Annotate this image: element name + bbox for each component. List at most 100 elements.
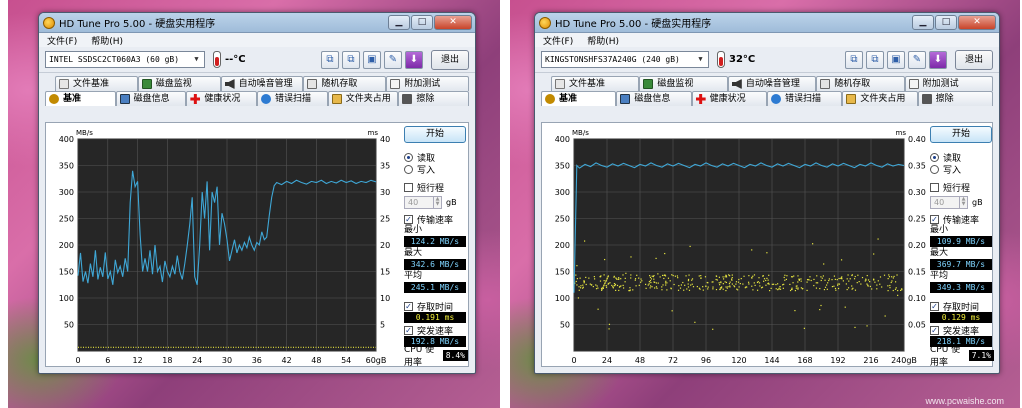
tab-folder-usage[interactable]: 文件夹占用 <box>327 91 399 106</box>
spinner-arrows-icon[interactable]: ▲ ▼ <box>433 197 441 208</box>
radio-selected[interactable] <box>404 152 413 162</box>
access-time-point <box>662 274 664 277</box>
tab-aam[interactable]: 自动噪音管理 <box>220 76 304 91</box>
read-radio[interactable]: 读取 <box>404 151 468 164</box>
start-button[interactable]: 开始 <box>930 126 992 143</box>
write-radio[interactable]: 写入 <box>404 163 468 176</box>
short-stroke-spinner[interactable]: 40 ▲ ▼ gB <box>930 195 994 210</box>
checkbox-unchecked[interactable] <box>404 182 413 192</box>
tab-random-access[interactable]: 随机存取 <box>303 76 387 91</box>
tab-aam[interactable]: 自动噪音管理 <box>727 76 817 91</box>
access-time-point <box>758 282 761 284</box>
access-time-checkbox[interactable]: ✓ 存取时间 <box>930 300 994 313</box>
tab-extra-tests[interactable]: 附加测试 <box>904 76 994 91</box>
check-icon[interactable]: ✓ <box>930 325 939 335</box>
minimize-button[interactable]: ▁ <box>388 15 410 30</box>
access-time-point <box>670 287 672 289</box>
access-time-point <box>825 284 828 286</box>
start-button[interactable]: 开始 <box>404 126 466 143</box>
access-time-point <box>630 274 632 276</box>
tab-disk-info[interactable]: 磁盘信息 <box>115 91 187 106</box>
save-icon[interactable]: ▣ <box>363 50 381 69</box>
check-icon[interactable]: ✓ <box>404 301 413 311</box>
check-icon[interactable]: ✓ <box>930 214 939 224</box>
menu-file[interactable]: 文件(F) <box>543 34 573 47</box>
tab-benchmark[interactable]: 基准 <box>541 91 617 106</box>
tab-disk-monitor[interactable]: 磁盘监视 <box>137 76 221 91</box>
menu-file[interactable]: 文件(F) <box>47 34 77 47</box>
close-button[interactable]: ✕ <box>958 15 996 30</box>
title-bar[interactable]: HD Tune Pro 5.00 - 硬盘实用程序 ▁ □ ✕ <box>535 13 999 33</box>
options-icon[interactable]: ✎ <box>384 50 402 69</box>
close-button[interactable]: ✕ <box>434 15 472 30</box>
transfer-rate-label: 传输速率 <box>943 215 980 226</box>
read-radio[interactable]: 读取 <box>930 151 994 164</box>
tab-erase[interactable]: 擦除 <box>917 91 993 106</box>
tab-disk-monitor[interactable]: 磁盘监视 <box>639 76 728 91</box>
access-time-point <box>847 274 849 276</box>
save-icon[interactable]: ▣ <box>887 50 905 69</box>
access-time-point <box>901 289 903 291</box>
tab-health[interactable]: 健康状况 <box>691 91 767 106</box>
access-time-point <box>831 285 834 288</box>
y-right-unit: ms <box>896 129 907 137</box>
tab-error-scan[interactable]: 错误扫描 <box>257 91 328 106</box>
checkbox-unchecked[interactable] <box>930 182 939 192</box>
tab-health[interactable]: 健康状况 <box>186 91 258 106</box>
access-time-checkbox[interactable]: ✓ 存取时间 <box>404 300 468 313</box>
check-icon[interactable]: ✓ <box>404 214 413 224</box>
chevron-down-icon[interactable]: ▼ <box>190 53 203 66</box>
menu-help[interactable]: 帮助(H) <box>587 34 619 47</box>
spinner-arrows-icon[interactable]: ▲ ▼ <box>959 197 967 208</box>
tab-error-scan[interactable]: 错误扫描 <box>766 91 843 106</box>
radio-selected[interactable] <box>930 152 939 162</box>
maximize-button[interactable]: □ <box>935 15 957 30</box>
drive-select[interactable]: INTEL SSDSC2CT060A3 (60 gB) ▼ <box>45 51 205 68</box>
access-time-point <box>634 279 636 281</box>
options-icon[interactable]: ✎ <box>908 50 926 69</box>
write-radio[interactable]: 写入 <box>930 163 994 176</box>
tab-erase[interactable]: 擦除 <box>398 91 470 106</box>
download-icon[interactable]: ⬇ <box>929 50 947 69</box>
tab-disk-info[interactable]: 磁盘信息 <box>616 91 692 106</box>
exit-button[interactable]: 退出 <box>431 49 469 70</box>
x-tick: 24 <box>602 356 612 365</box>
tab-benchmark[interactable]: 基准 <box>45 91 116 106</box>
download-icon[interactable]: ⬇ <box>405 50 423 69</box>
transfer-rate-checkbox[interactable]: ✓ 传输速率 <box>930 213 994 226</box>
monitor-icon <box>141 79 152 89</box>
copy-all-icon[interactable]: ⧉ <box>866 50 884 69</box>
check-icon[interactable]: ✓ <box>930 301 939 311</box>
transfer-rate-checkbox[interactable]: ✓ 传输速率 <box>404 213 468 226</box>
burst-rate-checkbox[interactable]: ✓ 突发速率 <box>930 324 994 337</box>
tab-file-benchmark[interactable]: 文件基准 <box>551 76 640 91</box>
tab-extra-tests[interactable]: 附加测试 <box>386 76 469 91</box>
tab-folder-usage[interactable]: 文件夹占用 <box>842 91 918 106</box>
access-time-point <box>622 274 624 276</box>
short-stroke-checkbox[interactable]: 短行程 <box>930 181 994 194</box>
tab-random-access[interactable]: 随机存取 <box>816 76 905 91</box>
copy-icon[interactable]: ⧉ <box>845 50 863 69</box>
exit-button[interactable]: 退出 <box>955 49 993 70</box>
chevron-down-icon[interactable]: ▼ <box>694 53 707 66</box>
copy-icon[interactable]: ⧉ <box>321 50 339 69</box>
minimize-button[interactable]: ▁ <box>912 15 934 30</box>
check-icon[interactable]: ✓ <box>404 325 413 335</box>
tab-file-benchmark[interactable]: 文件基准 <box>55 76 138 91</box>
access-time-point <box>694 321 696 323</box>
short-stroke-checkbox[interactable]: 短行程 <box>404 181 468 194</box>
access-time-point <box>793 275 795 277</box>
drive-select[interactable]: KINGSTONSHFS37A240G (240 gB) ▼ <box>541 51 709 68</box>
copy-all-icon[interactable]: ⧉ <box>342 50 360 69</box>
access-time-point <box>612 287 615 289</box>
title-bar[interactable]: HD Tune Pro 5.00 - 硬盘实用程序 ▁ □ ✕ <box>39 13 475 33</box>
menu-help[interactable]: 帮助(H) <box>91 34 123 47</box>
maximize-button[interactable]: □ <box>411 15 433 30</box>
access-time-point <box>635 285 637 287</box>
short-stroke-spinner[interactable]: 40 ▲ ▼ gB <box>404 195 468 210</box>
radio-unselected[interactable] <box>404 164 413 174</box>
access-time-point <box>617 278 619 280</box>
burst-rate-checkbox[interactable]: ✓ 突发速率 <box>404 324 468 337</box>
access-time-point <box>851 274 853 277</box>
radio-unselected[interactable] <box>930 164 939 174</box>
